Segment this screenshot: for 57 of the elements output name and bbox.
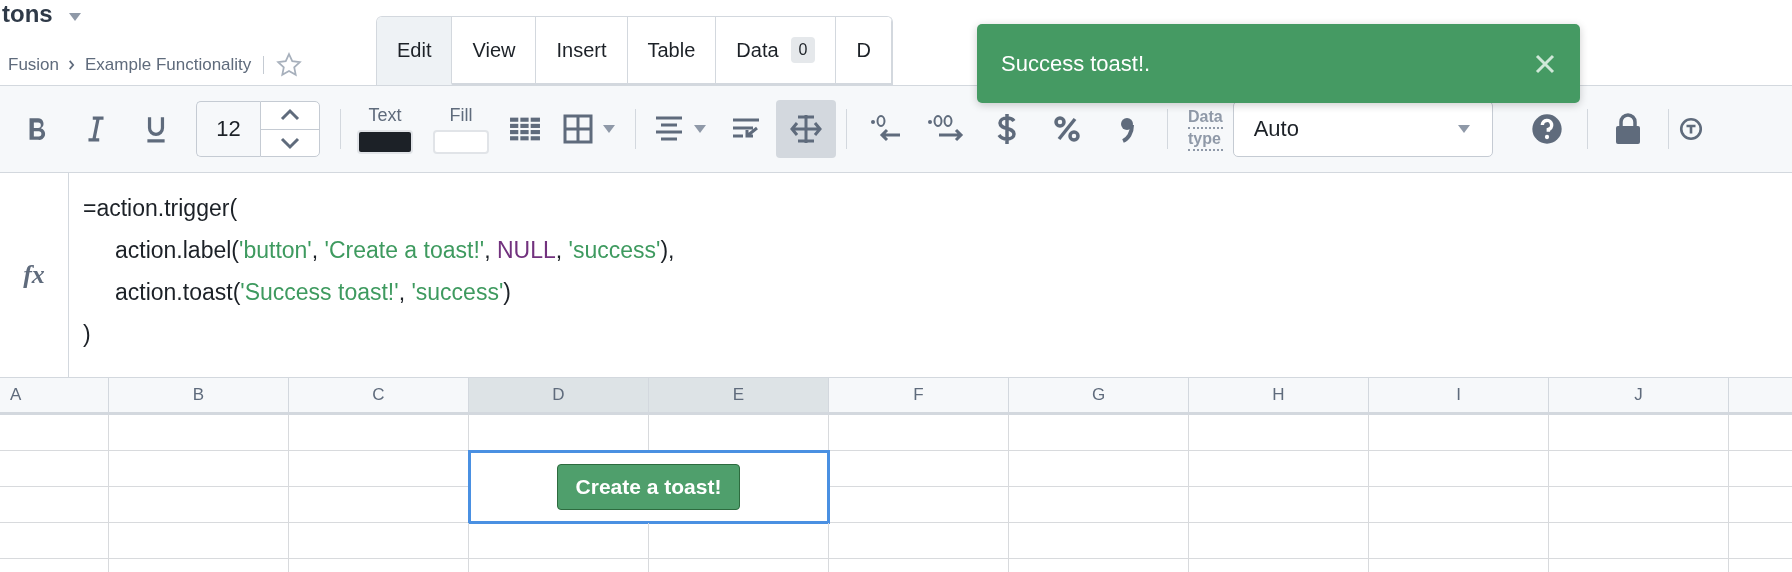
font-size-field[interactable]: 12: [196, 101, 260, 157]
wrap-text-icon: [731, 117, 761, 141]
caret-icon: [692, 123, 708, 135]
percent-icon: [1054, 116, 1080, 142]
column-header[interactable]: I: [1369, 378, 1549, 415]
data-type-label: Data type: [1188, 107, 1223, 151]
tab[interactable]: Insert: [536, 17, 628, 85]
borders-icon: [563, 114, 593, 144]
caret-icon: [601, 123, 617, 135]
column-header[interactable]: B: [109, 378, 289, 415]
close-icon: [1534, 52, 1556, 75]
breadcrumb-link[interactable]: Example Functionality: [85, 55, 252, 75]
column-header[interactable]: C: [289, 378, 469, 415]
title-caret-icon: [66, 11, 83, 23]
table-icon: [509, 116, 541, 142]
column-header[interactable]: G: [1009, 378, 1189, 415]
tab[interactable]: Table: [627, 17, 717, 85]
lock-icon: [1613, 113, 1642, 145]
chevron-up-icon: [279, 108, 301, 123]
star-icon[interactable]: [276, 52, 303, 78]
formula-icon: fx: [23, 260, 45, 290]
column-header[interactable]: F: [829, 378, 1009, 415]
align-center-icon: [654, 115, 684, 143]
data-type-dropdown[interactable]: Auto: [1232, 101, 1493, 157]
column-header[interactable]: D: [469, 378, 649, 415]
chevron-down-icon: [279, 135, 301, 150]
underline-icon: [144, 115, 168, 143]
color-swatch[interactable]: [357, 129, 413, 154]
tab[interactable]: Edit: [377, 17, 453, 85]
close-button[interactable]: [1534, 52, 1556, 75]
formula-line: action.toast('Success toast!', 'success'): [114, 278, 512, 307]
count-badge: 0: [790, 37, 816, 63]
color-swatch[interactable]: [433, 129, 489, 154]
create-toast-button[interactable]: Create a toast!: [556, 463, 741, 510]
font-size-stepper[interactable]: [260, 101, 320, 157]
toast-message: Success toast!.: [1001, 50, 1151, 77]
overflow-icon: [790, 113, 822, 145]
column-header[interactable]: H: [1189, 378, 1369, 415]
formula-line: ): [83, 320, 92, 349]
formula-line: action.label('button', 'Create a toast!', NULL, 'success'),: [114, 236, 675, 265]
overflow-button[interactable]: [776, 100, 836, 158]
dollar-icon: [996, 113, 1018, 145]
comma-icon: [1120, 115, 1134, 143]
document-title: tons: [2, 0, 53, 28]
color-label: Fill: [449, 104, 473, 126]
tab[interactable]: Data 0: [716, 17, 837, 85]
formula-line: =action.trigger(: [83, 194, 239, 223]
column-header[interactable]: A: [0, 378, 109, 415]
column-header[interactable]: J: [1549, 378, 1729, 415]
tab[interactable]: View: [452, 17, 537, 85]
color-label: Text: [368, 104, 402, 126]
caret-icon: [1455, 123, 1472, 135]
column-header[interactable]: E: [649, 378, 829, 415]
selected-cell[interactable]: Create a toast!: [469, 451, 829, 523]
tab[interactable]: D: [836, 17, 892, 85]
breadcrumb-link[interactable]: Fusion: [8, 55, 60, 75]
help-icon: [1530, 113, 1563, 145]
